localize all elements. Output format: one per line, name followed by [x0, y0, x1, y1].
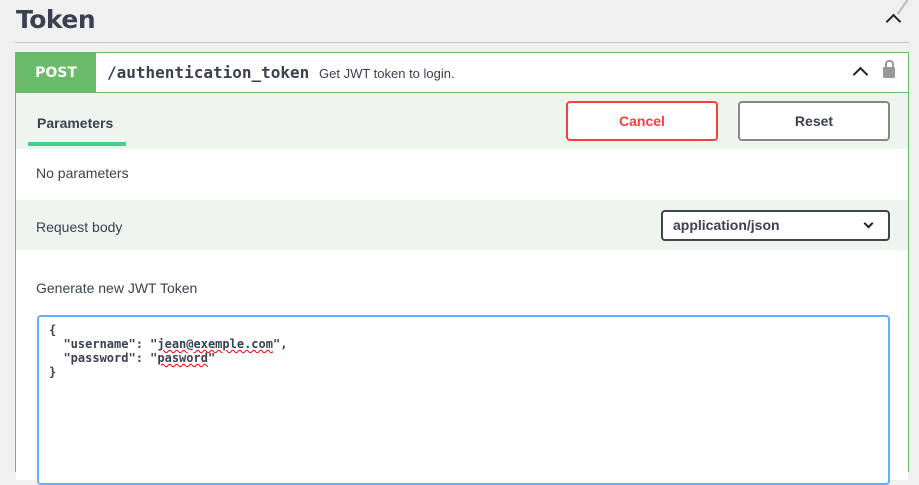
unlocked-icon[interactable]: [883, 60, 895, 78]
operation-block: POST /authentication_token Get JWT token…: [15, 52, 909, 485]
chevron-down-icon: [863, 218, 874, 229]
parameters-section: [16, 149, 908, 200]
request-body-label: Request body: [36, 219, 123, 235]
operation-path: /authentication_token: [107, 63, 310, 82]
request-body-description: Generate new JWT Token: [36, 280, 198, 296]
method-badge: POST: [16, 53, 96, 93]
tab-parameters[interactable]: Parameters: [37, 115, 113, 131]
no-parameters-text: No parameters: [36, 165, 129, 181]
content-type-select[interactable]: application/json: [661, 210, 890, 241]
tab-underline: [28, 142, 126, 146]
content-type-value: application/json: [673, 217, 780, 233]
reset-button[interactable]: Reset: [738, 101, 890, 141]
chevron-up-icon[interactable]: [885, 13, 902, 30]
tag-header[interactable]: Token: [15, 0, 912, 43]
operation-summary: Get JWT token to login.: [319, 66, 455, 81]
decorative-line: [896, 0, 912, 15]
operation-header[interactable]: POST /authentication_token Get JWT token…: [16, 53, 908, 93]
chevron-up-icon[interactable]: [852, 66, 869, 83]
tag-title: Token: [16, 5, 96, 34]
cancel-button[interactable]: Cancel: [566, 101, 718, 141]
request-body-editor[interactable]: { "username": "jean@exemple.com", "passw…: [37, 315, 890, 485]
